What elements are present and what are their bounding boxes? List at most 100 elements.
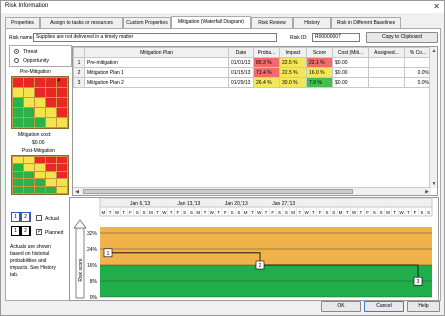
day-label: S [231, 210, 234, 215]
matrix-cell [35, 98, 45, 107]
matrix-cell [13, 78, 23, 87]
col-assigned[interactable]: Assigned... [368, 47, 405, 58]
tab-custom-properties[interactable]: Custom Properties [123, 17, 171, 28]
matrix-cell [46, 164, 56, 171]
tab-assign[interactable]: Assign to tasks or resources [40, 17, 123, 28]
scroll-thumb[interactable] [83, 189, 353, 194]
threat-radio[interactable] [14, 49, 19, 54]
cancel-button[interactable]: Cancel [364, 301, 404, 312]
opportunity-radio[interactable] [14, 58, 19, 63]
date-cell[interactable]: 01/29/13 [228, 77, 254, 88]
col-mitigation-plan[interactable]: Mitigation Plan [84, 47, 229, 58]
col-score[interactable]: Score [306, 47, 333, 58]
percent-cell[interactable]: 0.0% [404, 77, 432, 88]
matrix-cell [46, 108, 56, 117]
assigned-cell[interactable] [368, 67, 405, 78]
help-button[interactable]: Help [407, 301, 440, 312]
table-row[interactable]: 2 Mitigation Plan 1 01/15/13 71.4 % 22.5… [73, 67, 432, 78]
impact-cell[interactable]: 30.0 % [279, 77, 307, 88]
matrix-cell [57, 118, 67, 127]
table-vertical-scrollbar[interactable]: ▲ ▼ [429, 47, 437, 188]
scroll-left-icon[interactable]: ◀ [73, 189, 81, 195]
date-cell[interactable]: 01/15/13 [228, 67, 254, 78]
matrix-cell [57, 108, 67, 117]
plan-cell[interactable]: Mitigation Plan 2 [84, 77, 229, 88]
copy-to-clipboard-button[interactable]: Copy to Clipboard [366, 32, 438, 43]
matrix-cell [24, 98, 34, 107]
day-label: T [393, 210, 396, 215]
probability-cell[interactable]: 26.4 % [253, 77, 280, 88]
risk-information-window: Risk Information ✕ Properties Assign to … [0, 0, 445, 316]
data-point-label: 1 [107, 251, 110, 257]
matrix-cell [24, 186, 34, 193]
actual-marker-1: 1 [12, 213, 19, 221]
close-icon[interactable]: ✕ [433, 2, 440, 11]
tab-risk-review[interactable]: Risk Review [251, 17, 293, 28]
assigned-cell[interactable] [368, 77, 405, 88]
cost-cell[interactable]: $0.00 [332, 67, 369, 78]
day-label: F [414, 210, 417, 215]
tab-mitigation[interactable]: Mitigation (Waterfall Diagram) [171, 16, 251, 28]
planned-checkbox[interactable]: ✓ [36, 229, 42, 235]
scroll-up-icon[interactable]: ▲ [430, 48, 438, 54]
risk-name-label: Risk name: [9, 35, 35, 41]
risk-name-field[interactable]: Supplies are not delivered in a timely m… [33, 33, 277, 42]
opportunity-label: Opportunity [23, 58, 49, 64]
table-row[interactable]: 1 Pre-mitigation 01/01/13 80.3 % 22.5 % … [73, 57, 432, 68]
day-label: S [373, 210, 376, 215]
day-label: S [183, 210, 186, 215]
tab-risk-baselines[interactable]: Risk in Different Baselines [331, 17, 401, 28]
matrix-cell [35, 108, 45, 117]
matrix-cell [46, 88, 56, 97]
day-label: W [210, 210, 215, 215]
planned-label: Planned [45, 230, 64, 236]
window-title: Risk Information [5, 3, 49, 9]
col-cost[interactable]: Cost (Miti... [332, 47, 369, 58]
row-number: 2 [73, 67, 85, 78]
table-horizontal-scrollbar[interactable]: ◀ ▶ [73, 187, 431, 195]
probability-cell[interactable]: 71.4 % [253, 67, 280, 78]
risk-id-field[interactable]: R00000007 [312, 33, 360, 42]
planned-marker-2: 2 [22, 227, 29, 235]
day-label: W [115, 210, 120, 215]
percent-cell[interactable]: 0.0% [404, 67, 432, 78]
day-label: T [265, 210, 268, 215]
day-label: T [156, 210, 159, 215]
y-tick-label: 24% [87, 247, 98, 253]
tab-history[interactable]: History [293, 17, 331, 28]
tab-properties[interactable]: Properties [5, 17, 40, 28]
y-axis-arrow-head [73, 219, 87, 229]
matrix-cell [35, 118, 45, 127]
impact-cell[interactable]: 22.5 % [279, 67, 307, 78]
day-label: M [149, 210, 153, 215]
matrix-cell [57, 179, 67, 186]
day-label: M [196, 210, 200, 215]
plan-cell[interactable]: Mitigation Plan 1 [84, 67, 229, 78]
scroll-down-icon[interactable]: ▼ [430, 181, 438, 187]
matrix-cell [57, 186, 67, 193]
y-tick-label: 8% [90, 279, 98, 285]
score-cell: 7.9 % [306, 77, 333, 88]
day-label: T [346, 210, 349, 215]
percent-cell[interactable] [404, 57, 432, 68]
matrix-cell [24, 171, 34, 179]
table-row[interactable]: 3 Mitigation Plan 2 01/29/13 26.4 % 30.0… [73, 77, 432, 88]
ok-button[interactable]: OK [321, 301, 361, 312]
probability-cell[interactable]: 80.3 % [253, 57, 280, 68]
day-label: T [122, 210, 125, 215]
col-probability[interactable]: Proba... [253, 47, 280, 58]
scroll-right-icon[interactable]: ▶ [423, 189, 431, 195]
actual-checkbox[interactable] [36, 215, 42, 221]
col-date[interactable]: Date [228, 47, 254, 58]
assigned-cell[interactable] [368, 57, 405, 68]
impact-cell[interactable]: 22.5 % [279, 57, 307, 68]
day-label: F [224, 210, 227, 215]
plan-cell[interactable]: Pre-mitigation [84, 57, 229, 68]
cost-cell[interactable]: $0.00 [332, 57, 369, 68]
day-label: S [237, 210, 240, 215]
cost-cell[interactable]: $0.00 [332, 77, 369, 88]
col-percent-complete[interactable]: % Co... [404, 47, 432, 58]
day-label: T [217, 210, 220, 215]
date-cell[interactable]: 01/01/13 [228, 57, 254, 68]
col-impact[interactable]: Impact [279, 47, 307, 58]
